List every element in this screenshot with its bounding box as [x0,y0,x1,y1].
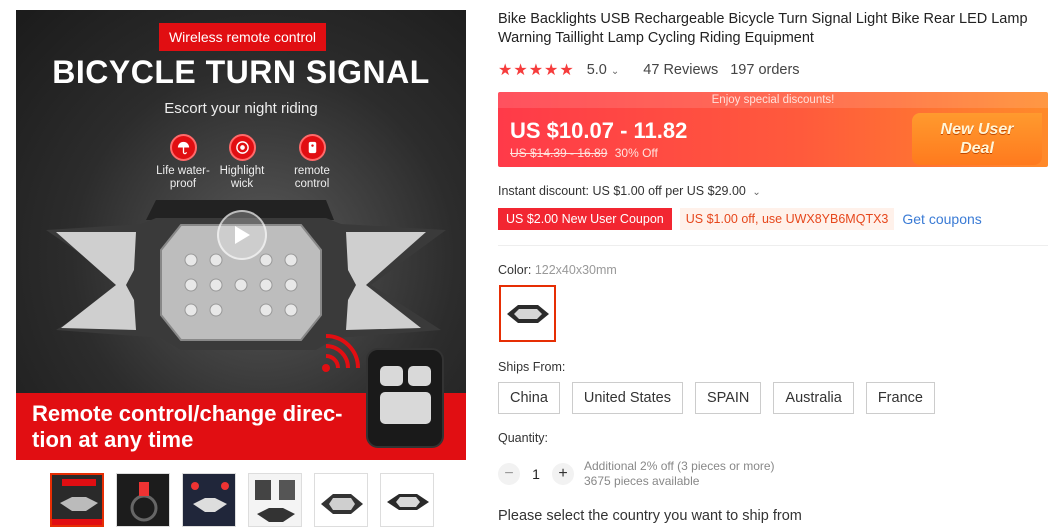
reviews-link[interactable]: 47 Reviews [643,62,718,78]
quantity-increase-button[interactable]: + [552,463,574,485]
banner-text: Remote control/change direc- tion at any… [32,401,343,452]
feature-label: Highlight wick [219,165,265,190]
remote-icon [298,134,326,161]
feature-label: remote control [294,165,330,190]
ship-option-china[interactable]: China [498,382,560,414]
wireless-signal-icon [322,334,360,372]
hero-subtitle: Escort your night riding [164,100,318,117]
thumbnail[interactable] [248,473,302,527]
discount-percent: 30% Off [614,146,658,160]
product-info: Bike Backlights USB Rechargeable Bicycle… [498,10,1048,80]
orders-count: 197 orders [730,62,800,78]
original-price: US $14.39 - 16.89 [510,146,608,160]
rating-row: ★★★★★ 5.0 ⌄ 47 Reviews 197 orders [498,60,1048,80]
price-box: Enjoy special discounts! US $10.07 - 11.… [498,92,1048,167]
umbrella-icon [169,134,197,161]
color-value: 122x40x30mm [534,263,617,277]
get-coupons-link[interactable]: Get coupons [902,211,981,227]
ship-option-united-states[interactable]: United States [571,382,683,414]
quantity-stepper: − 1 + Additional 2% off (3 pieces or mor… [498,459,775,489]
ships-from-label: Ships From: [498,360,566,374]
color-option-selected[interactable] [499,285,556,342]
promo-bar: Enjoy special discounts! [498,92,1048,108]
hero-headline: BICYCLE TURN SIGNAL [52,54,430,90]
remote-control-image [366,348,444,448]
product-title: Bike Backlights USB Rechargeable Bicycle… [498,11,1028,46]
current-price: US $10.07 - 11.82 [510,118,688,143]
quantity-decrease-button[interactable]: − [498,463,520,485]
play-video-button[interactable] [217,210,267,260]
feature-highlight: Highlight wick [202,134,282,191]
ships-from-options: China United States SPAIN Australia Fran… [498,382,935,414]
new-user-deal-badge: New User Deal [912,113,1042,165]
rating-value[interactable]: 5.0 ⌄ [587,62,632,78]
thumbnail[interactable] [182,473,236,527]
color-label: Color: 122x40x30mm [498,263,617,277]
coupon-row: US $2.00 New User Coupon US $1.00 off, u… [498,208,982,230]
feature-remote: remote control [272,134,352,191]
thumbnail[interactable] [116,473,170,527]
thumbnail-strip [50,473,434,527]
original-price-row: US $14.39 - 16.89 30% Off [510,146,658,160]
target-icon [228,134,256,161]
thumbnail[interactable] [314,473,368,527]
thumbnail[interactable] [380,473,434,527]
coupon-code[interactable]: US $1.00 off, use UWX8YB6MQTX3 [679,208,895,230]
wireless-tag: Wireless remote control [159,23,326,51]
play-icon [235,226,250,244]
ship-country-message: Please select the country you want to sh… [498,508,802,524]
instant-discount[interactable]: Instant discount: US $1.00 off per US $2… [498,184,761,198]
product-main-image[interactable]: Wireless remote control BICYCLE TURN SIG… [16,10,466,460]
chevron-down-icon: ⌄ [752,187,761,198]
color-swatch-image [506,304,549,323]
ship-option-spain[interactable]: SPAIN [694,382,762,414]
thumbnail[interactable] [50,473,104,527]
star-rating: ★★★★★ [498,62,575,79]
quantity-label: Quantity: [498,431,549,445]
quantity-note: Additional 2% off (3 pieces or more) 367… [584,459,775,488]
ship-option-australia[interactable]: Australia [773,382,854,414]
ship-option-france[interactable]: France [865,382,935,414]
quantity-input[interactable]: 1 [520,466,552,482]
new-user-coupon[interactable]: US $2.00 New User Coupon [498,208,672,230]
divider [498,245,1048,246]
chevron-down-icon: ⌄ [610,66,620,77]
